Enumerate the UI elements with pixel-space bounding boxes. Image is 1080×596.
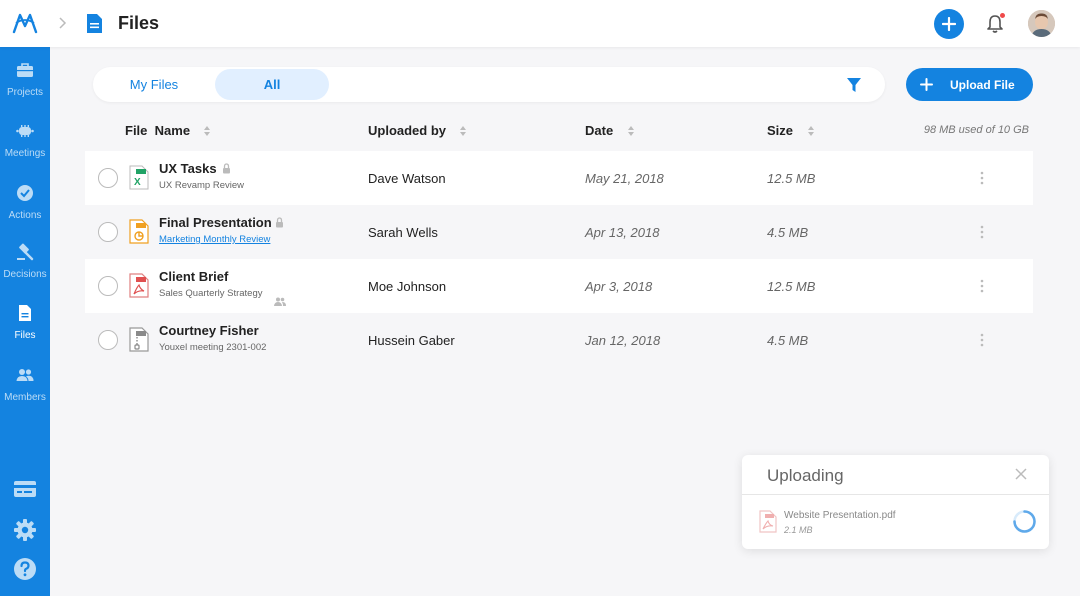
briefcase-icon [17, 63, 33, 77]
column-header-date[interactable]: Date [585, 123, 613, 138]
check-circle-icon [17, 185, 33, 201]
divider [742, 494, 1049, 495]
uploaded-by: Sarah Wells [368, 225, 438, 240]
file-date: Apr 3, 2018 [585, 279, 653, 294]
column-header-name: Name [154, 123, 191, 138]
column-header-file-name[interactable]: File Name [125, 123, 190, 138]
sidebar: Projects Meetings Actions Decisions File… [0, 47, 50, 596]
excel-file-icon: X [129, 165, 149, 190]
chevron-right-icon [59, 17, 67, 29]
sidebar-item-projects[interactable]: Projects [0, 53, 50, 109]
zip-file-icon [129, 327, 149, 352]
sidebar-item-members[interactable]: Members [0, 358, 50, 414]
sort-icon[interactable] [459, 125, 467, 137]
uploaded-by: Hussein Gaber [368, 333, 455, 348]
table-row[interactable]: Final Presentation Marketing Monthly Rev… [85, 205, 1033, 259]
sidebar-item-meetings[interactable]: Meetings [0, 114, 50, 170]
upload-file-button[interactable]: Upload File [906, 68, 1033, 101]
notification-dot [1000, 13, 1005, 18]
close-icon[interactable] [1015, 468, 1027, 480]
pdf-file-icon [759, 510, 777, 533]
page-title: Files [118, 13, 160, 33]
loading-spinner-icon [1013, 510, 1036, 533]
pdf-file-icon [129, 273, 149, 298]
upload-file-label: Upload File [950, 78, 1015, 92]
top-bar: Files [0, 0, 1080, 47]
uploading-file-size: 2.1 MB [784, 525, 813, 535]
row-select-radio[interactable] [98, 276, 118, 296]
table-row[interactable]: X UX Tasks UX Revamp Review Dave Watson … [85, 151, 1033, 205]
powerpoint-file-icon [129, 219, 149, 244]
tab-my-files[interactable]: My Files [93, 67, 215, 102]
document-icon [87, 14, 102, 33]
file-size: 12.5 MB [767, 171, 816, 186]
column-header-file-prefix: File [125, 123, 148, 138]
file-name[interactable]: UX Tasks [159, 161, 217, 176]
sidebar-item-actions[interactable]: Actions [0, 176, 50, 232]
file-name[interactable]: Courtney Fisher [159, 323, 259, 338]
upload-panel-title: Uploading [767, 466, 844, 485]
uploaded-by: Dave Watson [368, 171, 446, 186]
row-select-radio[interactable] [98, 168, 118, 188]
file-size: 12.5 MB [767, 279, 816, 294]
row-select-radio[interactable] [98, 330, 118, 350]
filter-bar: My Files All [93, 67, 885, 102]
sidebar-item-decisions[interactable]: Decisions [0, 235, 50, 291]
table-row[interactable]: Client Brief Sales Quarterly Strategy Mo… [85, 259, 1033, 313]
more-options-icon[interactable] [980, 333, 984, 347]
user-avatar[interactable] [1028, 10, 1055, 37]
sidebar-item-label: Actions [8, 210, 42, 221]
column-header-uploaded-by[interactable]: Uploaded by [368, 123, 446, 138]
lock-icon [223, 163, 230, 174]
uploaded-by: Moe Johnson [368, 279, 447, 294]
more-options-icon[interactable] [980, 279, 984, 293]
meetings-icon [16, 125, 34, 137]
shared-people-icon [274, 297, 286, 306]
people-icon [16, 369, 34, 381]
table-row[interactable]: Courtney Fisher Youxel meeting 2301-002 … [85, 313, 1033, 367]
gavel-icon [17, 243, 34, 261]
more-options-icon[interactable] [980, 171, 984, 185]
file-name[interactable]: Client Brief [159, 269, 228, 284]
file-date: May 21, 2018 [585, 171, 664, 186]
upload-progress-panel: Uploading Website Presentation.pdf 2.1 M… [742, 455, 1049, 549]
sort-icon[interactable] [627, 125, 635, 137]
sort-icon[interactable] [203, 125, 211, 137]
file-subtitle: Youxel meeting 2301-002 [159, 342, 267, 353]
storage-usage: 98 MB used of 10 GB [923, 124, 1029, 136]
svg-text:X: X [134, 177, 141, 188]
plus-icon [920, 78, 933, 91]
sidebar-item-label: Files [14, 330, 36, 341]
help-icon[interactable] [13, 557, 37, 581]
file-subtitle: UX Revamp Review [159, 180, 244, 191]
row-select-radio[interactable] [98, 222, 118, 242]
document-icon [19, 305, 31, 321]
uploading-file-name: Website Presentation.pdf [784, 510, 896, 521]
filter-icon[interactable] [846, 77, 862, 93]
sidebar-item-label: Meetings [4, 148, 46, 159]
sidebar-item-label: Projects [6, 87, 44, 98]
sidebar-item-label: Decisions [3, 269, 47, 280]
tab-all[interactable]: All [215, 69, 329, 100]
add-button[interactable] [934, 9, 964, 39]
file-subtitle-link[interactable]: Marketing Monthly Review [159, 234, 270, 245]
lock-icon [276, 217, 283, 228]
file-subtitle: Sales Quarterly Strategy [159, 288, 263, 299]
file-size: 4.5 MB [767, 225, 809, 240]
more-options-icon[interactable] [980, 225, 984, 239]
file-date: Apr 13, 2018 [585, 225, 660, 240]
file-size: 4.5 MB [767, 333, 809, 348]
file-name[interactable]: Final Presentation [159, 215, 272, 230]
app: Files Projects Meetings Actions Decision… [0, 0, 1080, 596]
plus-icon [942, 17, 956, 31]
column-header-size[interactable]: Size [767, 123, 793, 138]
sidebar-item-files[interactable]: Files [0, 296, 50, 352]
sidebar-item-label: Members [4, 392, 46, 403]
file-date: Jan 12, 2018 [585, 333, 661, 348]
settings-gear-icon[interactable] [13, 518, 37, 542]
logo-icon[interactable] [12, 12, 38, 34]
sort-icon[interactable] [807, 125, 815, 137]
billing-icon[interactable] [13, 477, 37, 501]
